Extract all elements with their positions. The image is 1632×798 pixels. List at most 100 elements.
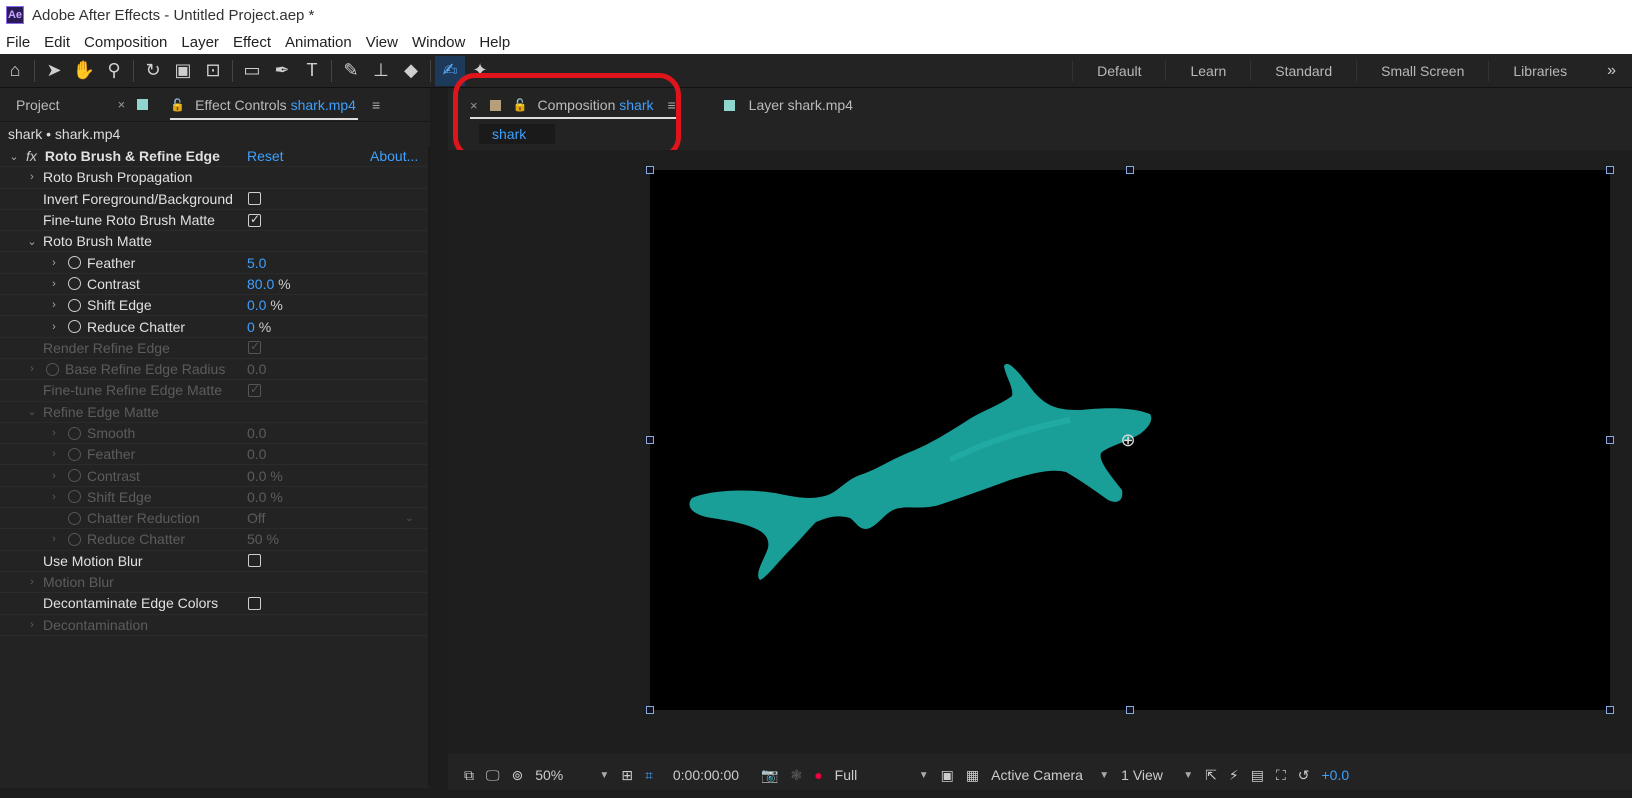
- workspace-libraries[interactable]: Libraries: [1488, 61, 1591, 81]
- prop-value[interactable]: 5.0: [247, 255, 266, 271]
- stopwatch-icon[interactable]: [68, 277, 81, 291]
- value-number[interactable]: 0: [247, 319, 255, 335]
- chevron-down-icon: ⌄: [27, 406, 37, 419]
- workspace-standard[interactable]: Standard: [1250, 61, 1356, 81]
- chevron-right-double-icon[interactable]: »: [1591, 62, 1632, 80]
- chevron-down-icon[interactable]: ⌄: [26, 235, 38, 248]
- value-number[interactable]: 5.0: [247, 255, 266, 271]
- prop-roto-brush-propagation[interactable]: › Roto Brush Propagation: [0, 167, 428, 189]
- menu-animation[interactable]: Animation: [285, 34, 352, 51]
- pen-tool-icon[interactable]: ✒: [267, 56, 297, 86]
- about-link[interactable]: About...: [370, 148, 418, 164]
- frame-handle[interactable]: [1606, 166, 1614, 174]
- chevron-right-icon[interactable]: ›: [48, 299, 60, 311]
- checkbox[interactable]: [248, 554, 261, 568]
- timeline-icon[interactable]: ▤: [1251, 767, 1264, 784]
- menu-effect[interactable]: Effect: [233, 34, 271, 51]
- safe-margins-icon[interactable]: ⊞: [621, 767, 633, 784]
- chevron-right-icon[interactable]: ›: [26, 171, 38, 183]
- value-number[interactable]: 80.0: [247, 276, 274, 292]
- tab-effect-controls[interactable]: 🔓 Effect Controls shark.mp4 ≡: [137, 97, 380, 113]
- value-number[interactable]: 0.0: [247, 297, 266, 313]
- menu-view[interactable]: View: [366, 34, 398, 51]
- panel-scrollbar[interactable]: [428, 146, 430, 786]
- eraser-tool-icon[interactable]: ◆: [396, 56, 426, 86]
- reset-link[interactable]: Reset: [247, 148, 284, 164]
- chevron-right-icon[interactable]: ›: [48, 278, 60, 290]
- menu-layer[interactable]: Layer: [181, 34, 219, 51]
- rectangle-tool-icon[interactable]: ▭: [237, 56, 267, 86]
- menu-edit[interactable]: Edit: [44, 34, 70, 51]
- brush-tool-icon[interactable]: ✎: [336, 56, 366, 86]
- anchor-point-icon[interactable]: ⊕: [1119, 431, 1137, 449]
- always-preview-icon[interactable]: ⧉: [464, 767, 474, 784]
- prop-value[interactable]: 0 %: [247, 319, 271, 335]
- monitor-icon[interactable]: 🖵: [486, 767, 500, 784]
- camera-tool-icon[interactable]: ▣: [168, 56, 198, 86]
- reset-exposure-icon[interactable]: ↺: [1298, 767, 1310, 784]
- zoom-dropdown[interactable]: 50% ▼: [535, 767, 609, 783]
- frame-handle[interactable]: [1126, 166, 1134, 174]
- stopwatch-icon[interactable]: [68, 256, 81, 270]
- chevron-right-icon: ›: [52, 490, 56, 503]
- workspace-default[interactable]: Default: [1072, 61, 1165, 81]
- effect-header[interactable]: ⌄ fx Roto Brush & Refine Edge Reset Abou…: [0, 146, 428, 168]
- type-tool-icon[interactable]: T: [297, 56, 327, 86]
- frame-handle[interactable]: [646, 706, 654, 714]
- hand-tool-icon[interactable]: ✋: [69, 56, 99, 86]
- chevron-right-icon[interactable]: ›: [48, 257, 60, 269]
- workspace-small-screen[interactable]: Small Screen: [1356, 61, 1488, 81]
- stopwatch-icon[interactable]: [68, 298, 81, 312]
- checkbox[interactable]: [248, 192, 261, 206]
- rotation-tool-icon[interactable]: ↻: [138, 56, 168, 86]
- chevron-right-icon[interactable]: ›: [48, 321, 60, 333]
- pan-behind-tool-icon[interactable]: ⊡: [198, 56, 228, 86]
- app-logo: Ae: [6, 6, 24, 24]
- lock-icon[interactable]: 🔓: [170, 98, 185, 112]
- workspace-learn[interactable]: Learn: [1165, 61, 1250, 81]
- flowchart-icon[interactable]: ⛶: [1276, 767, 1286, 784]
- resolution-value: Full: [834, 767, 858, 783]
- prop-contrast: › Contrast 80.0 %: [0, 274, 428, 296]
- prop-value[interactable]: 80.0 %: [247, 276, 291, 292]
- camera-dropdown[interactable]: Active Camera ▼: [991, 767, 1109, 783]
- show-snapshot-icon[interactable]: ❃: [790, 767, 802, 784]
- frame-handle[interactable]: [1606, 436, 1614, 444]
- toggle-pixel-aspect-icon[interactable]: ⇱: [1205, 767, 1217, 784]
- frame-handle[interactable]: [1606, 706, 1614, 714]
- stopwatch-icon[interactable]: [68, 320, 81, 334]
- home-icon[interactable]: ⌂: [0, 56, 30, 86]
- frame-handle[interactable]: [646, 166, 654, 174]
- close-icon[interactable]: ×: [118, 97, 126, 112]
- transparency-grid-icon[interactable]: ▦: [966, 767, 979, 784]
- vr-view-icon[interactable]: ⊚: [512, 767, 524, 784]
- resolution-dropdown[interactable]: Full ▼: [835, 767, 929, 783]
- channel-icon[interactable]: ●: [814, 767, 822, 783]
- menu-file[interactable]: File: [6, 34, 30, 51]
- panel-menu-icon[interactable]: ≡: [372, 97, 380, 113]
- tab-project[interactable]: Project ×: [16, 97, 125, 113]
- mask-visibility-icon[interactable]: ⌗: [645, 767, 653, 784]
- clone-stamp-tool-icon[interactable]: ⊥: [366, 56, 396, 86]
- menu-composition[interactable]: Composition: [84, 34, 167, 51]
- prop-value[interactable]: 0.0 %: [247, 297, 283, 313]
- fast-previews-icon[interactable]: ⚡: [1229, 767, 1239, 784]
- zoom-tool-icon[interactable]: ⚲: [99, 56, 129, 86]
- views-dropdown[interactable]: 1 View ▼: [1121, 767, 1193, 783]
- frame-handle[interactable]: [1126, 706, 1134, 714]
- prop-roto-brush-matte[interactable]: ⌄ Roto Brush Matte: [0, 231, 428, 253]
- prop-feather: › Feather 5.0: [0, 252, 428, 274]
- selection-tool-icon[interactable]: ➤: [39, 56, 69, 86]
- frame-handle[interactable]: [646, 436, 654, 444]
- camera-snapshot-icon[interactable]: 📷: [761, 767, 778, 784]
- fx-icon[interactable]: fx: [26, 148, 37, 164]
- checkbox[interactable]: [248, 596, 261, 610]
- checkbox[interactable]: [248, 212, 261, 227]
- tab-layer[interactable]: Layer shark.mp4: [723, 97, 853, 113]
- chevron-down-icon[interactable]: ⌄: [8, 150, 20, 163]
- menu-window[interactable]: Window: [412, 34, 465, 51]
- menu-help[interactable]: Help: [479, 34, 510, 51]
- region-of-interest-icon[interactable]: ▣: [941, 767, 954, 784]
- timecode[interactable]: 0:00:00:00: [673, 767, 739, 783]
- exposure-value[interactable]: +0.0: [1322, 767, 1350, 783]
